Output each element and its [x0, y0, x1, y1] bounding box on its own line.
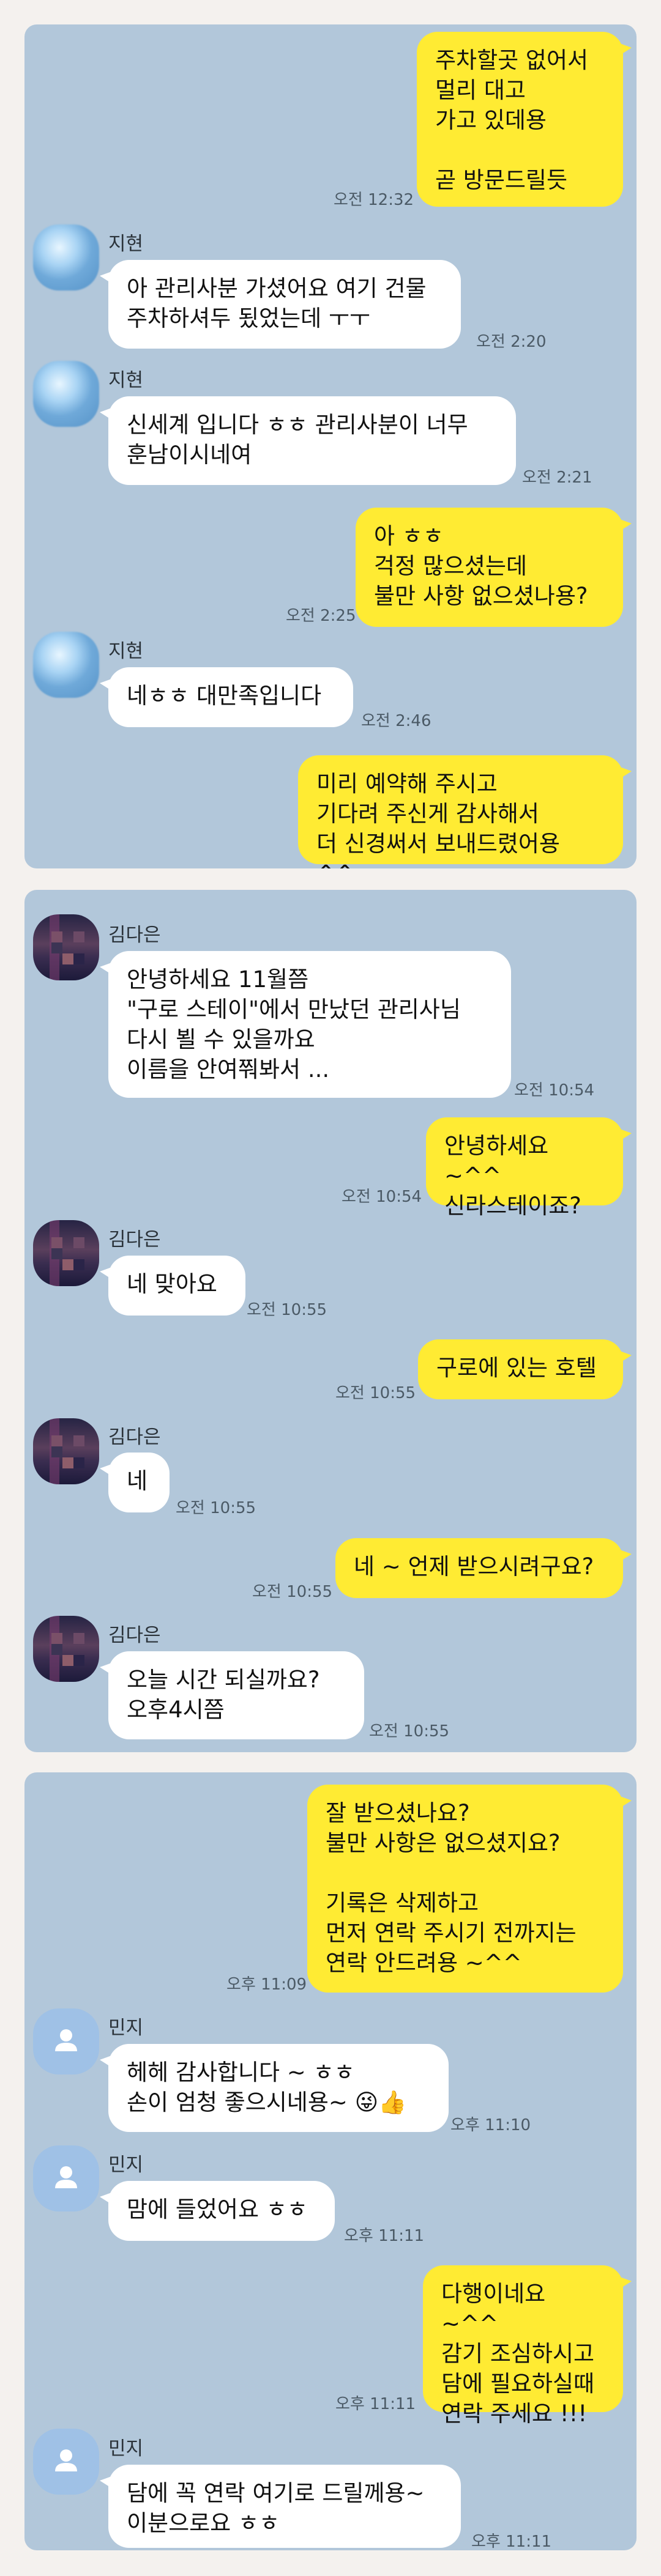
sender-name: 민지 — [108, 2154, 144, 2176]
message-time: 오전 10:54 — [514, 1081, 595, 1100]
contact-avatar[interactable] — [33, 914, 99, 980]
sender-name: 김다은 — [108, 1229, 161, 1251]
chat-panel-3: 잘 받으셨나요? 불만 사항은 없으셨지요? 기록은 삭제하고 먼저 연락 주시… — [24, 1772, 637, 2550]
default-profile-icon — [55, 2029, 77, 2051]
sender-name: 지현 — [108, 233, 144, 255]
message-bubble-outgoing[interactable]: 다행이네요 ~^^ 감기 조심하시고 담에 필요하실때 연락 주세요 !!! — [423, 2265, 632, 2427]
contact-avatar[interactable] — [33, 2145, 99, 2211]
contact-avatar[interactable] — [33, 1220, 99, 1286]
message-bubble-incoming[interactable]: 안녕하세요 11월쯤 "구로 스테이"에서 만났던 관리사님 다시 뵐 수 있을… — [100, 951, 511, 1098]
message-time: 오전 10:55 — [176, 1499, 256, 1517]
message-bubble-outgoing[interactable]: 주차할곳 없어서 멀리 대고 가고 있데용 곧 방문드릴듯 — [417, 32, 632, 207]
message-bubble-incoming[interactable]: 맘에 들었어요 ㅎㅎ — [100, 2181, 335, 2241]
contact-avatar[interactable] — [33, 361, 99, 427]
message-bubble-outgoing[interactable]: 구로에 있는 호텔 — [418, 1339, 632, 1399]
message-bubble-incoming[interactable]: 네ㅎㅎ 대만족입니다 — [100, 667, 353, 727]
contact-avatar[interactable] — [33, 224, 99, 291]
contact-avatar[interactable] — [33, 632, 99, 698]
message-bubble-incoming[interactable]: 담에 꼭 연락 여기로 드릴께용~ 이분으로요 ㅎㅎ — [100, 2465, 461, 2548]
message-time: 오전 2:46 — [361, 712, 431, 730]
message-time: 오후 11:11 — [471, 2533, 552, 2550]
sender-name: 김다은 — [108, 924, 161, 946]
message-time: 오후 11:09 — [226, 1975, 307, 1994]
sender-name: 민지 — [108, 2017, 144, 2039]
contact-avatar[interactable] — [33, 2429, 99, 2495]
message-time: 오후 11:10 — [450, 2116, 531, 2134]
default-profile-icon — [55, 2449, 77, 2471]
message-bubble-outgoing[interactable]: 안녕하세요 ~^^ 신라스테이죠? — [426, 1117, 632, 1219]
contact-avatar[interactable] — [33, 1616, 99, 1682]
message-bubble-incoming[interactable]: 아 관리사분 가셨어요 여기 건물 주차하셔두 됬었는데 ㅜㅜ — [100, 260, 461, 349]
message-bubble-outgoing[interactable]: 미리 예약해 주시고 기다려 주신게 감사해서 더 신경써서 보내드렸어용 ^^ — [298, 755, 632, 868]
contact-avatar[interactable] — [33, 1418, 99, 1484]
message-bubble-incoming[interactable]: 오늘 시간 되실까요? 오후4시쯤 — [100, 1651, 364, 1739]
message-time: 오후 11:11 — [335, 2395, 416, 2413]
message-bubble-incoming[interactable]: 헤헤 감사합니다 ~ ㅎㅎ 손이 엄청 좋으시네용~ 😜👍 — [100, 2044, 449, 2132]
message-time: 오전 10:55 — [247, 1301, 327, 1319]
message-time: 오전 10:55 — [335, 1384, 416, 1402]
message-time: 오후 11:11 — [344, 2227, 425, 2245]
contact-avatar[interactable] — [33, 2008, 99, 2074]
sender-name: 지현 — [108, 640, 144, 662]
message-time: 오전 2:21 — [522, 468, 592, 487]
message-time: 오전 12:32 — [334, 191, 414, 209]
message-time: 오전 10:55 — [369, 1722, 450, 1741]
message-bubble-incoming[interactable]: 네 맞아요 — [100, 1256, 245, 1316]
message-bubble-incoming[interactable]: 네 — [100, 1453, 170, 1512]
chat-panel-2: 김다은 안녕하세요 11월쯤 "구로 스테이"에서 만났던 관리사님 다시 뵐 … — [24, 890, 637, 1752]
message-bubble-incoming[interactable]: 신세계 입니다 ㅎㅎ 관리사분이 너무 훈남이시네여 — [100, 396, 516, 485]
message-time: 오전 2:25 — [286, 607, 356, 625]
default-profile-icon — [55, 2166, 77, 2188]
chat-panel-1: 주차할곳 없어서 멀리 대고 가고 있데용 곧 방문드릴듯 오전 12:32 지… — [24, 24, 637, 868]
message-bubble-outgoing[interactable]: 아 ㅎㅎ 걱정 많으셨는데 불만 사항 없으셨나용? — [356, 508, 632, 627]
message-bubble-outgoing[interactable]: 네 ~ 언제 받으시려구요? — [335, 1538, 632, 1598]
message-bubble-outgoing[interactable]: 잘 받으셨나요? 불만 사항은 없으셨지요? 기록은 삭제하고 먼저 연락 주시… — [307, 1785, 632, 1993]
sender-name: 민지 — [108, 2438, 144, 2460]
message-time: 오전 2:20 — [476, 333, 547, 351]
message-time: 오전 10:54 — [342, 1188, 422, 1206]
sender-name: 김다은 — [108, 1624, 161, 1646]
sender-name: 지현 — [108, 369, 144, 391]
message-time: 오전 10:55 — [252, 1583, 333, 1601]
sender-name: 김다은 — [108, 1426, 161, 1448]
